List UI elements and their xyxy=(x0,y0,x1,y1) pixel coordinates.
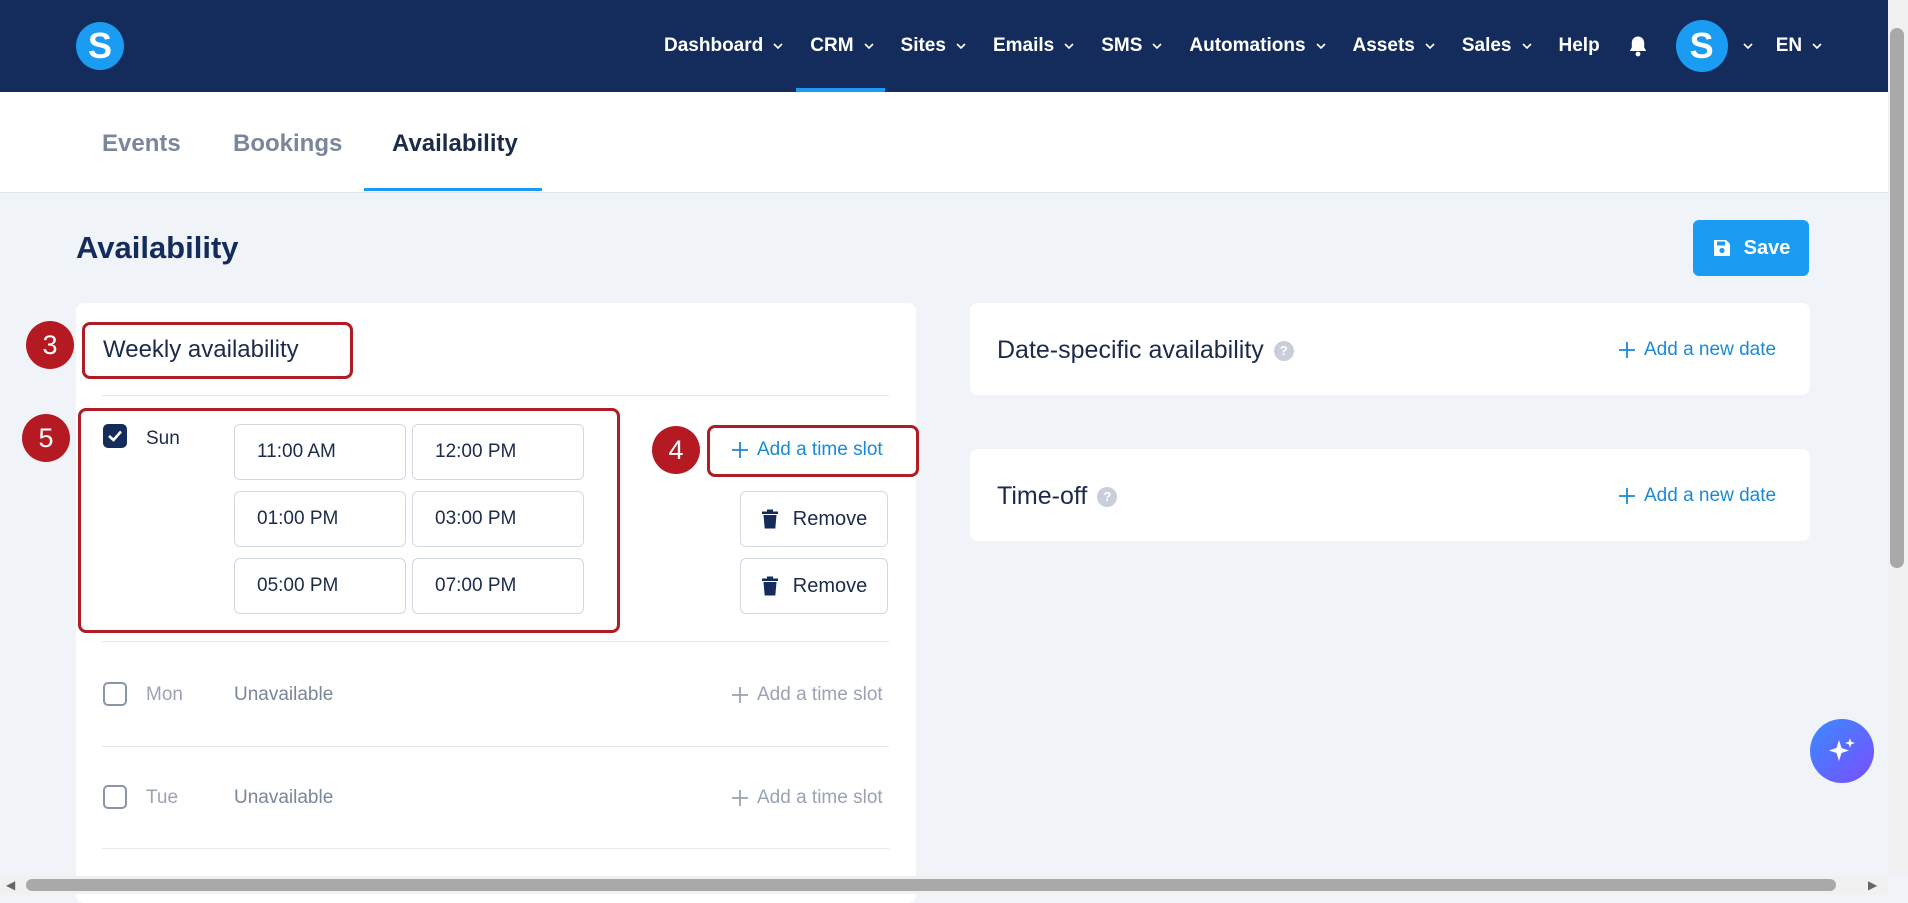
plus-icon xyxy=(1619,488,1635,504)
chevron-down-icon xyxy=(1064,43,1074,50)
plus-icon xyxy=(1619,342,1635,358)
page-title: Availability xyxy=(76,230,239,265)
sparkle-icon xyxy=(1829,738,1855,761)
mon-checkbox[interactable] xyxy=(103,682,127,706)
save-button-label: Save xyxy=(1743,236,1791,259)
annotation-number-5: 5 xyxy=(22,414,70,462)
nav-emails-label: Emails xyxy=(992,35,1055,56)
nav-automations-label: Automations xyxy=(1189,35,1306,56)
nav-help-label: Help xyxy=(1558,35,1600,56)
nav-sms-label: SMS xyxy=(1101,35,1143,56)
help-icon[interactable]: ? xyxy=(1097,486,1118,507)
nav-sales[interactable]: Sales xyxy=(1462,22,1533,70)
sun-remove-slot-2-button[interactable]: Remove xyxy=(740,491,888,547)
add-time-slot-label: Add a time slot xyxy=(757,787,883,808)
annotation-box-4 xyxy=(707,425,919,477)
tab-events[interactable]: Events xyxy=(102,130,181,158)
floppy-disk-icon xyxy=(1713,240,1730,256)
date-specific-title: Date-specific availability ? xyxy=(997,336,1294,365)
remove-label: Remove xyxy=(792,574,868,597)
day-label-mon: Mon xyxy=(146,684,183,705)
divider xyxy=(102,746,889,747)
nav-assets-label: Assets xyxy=(1352,35,1415,56)
horizontal-scroll-thumb[interactable] xyxy=(26,879,1836,891)
annotation-box-5 xyxy=(78,408,620,633)
mon-add-time-slot-button[interactable]: Add a time slot xyxy=(730,684,883,706)
annotation-number-4: 4 xyxy=(652,426,700,474)
chevron-down-icon xyxy=(1812,43,1822,50)
nav-automations[interactable]: Automations xyxy=(1189,22,1326,70)
divider xyxy=(102,848,889,849)
nav-dashboard[interactable]: Dashboard xyxy=(664,22,784,70)
trash-icon xyxy=(761,509,778,529)
chevron-down-icon xyxy=(1521,43,1532,50)
bell-icon[interactable] xyxy=(1626,34,1650,58)
add-new-date-label: Add a new date xyxy=(1644,339,1777,360)
divider xyxy=(102,641,889,642)
chevron-down-icon xyxy=(1425,43,1435,50)
nav-help[interactable]: Help xyxy=(1559,22,1600,70)
tue-add-time-slot-button[interactable]: Add a time slot xyxy=(730,787,883,809)
plus-icon xyxy=(732,790,748,806)
time-off-title: Time-off ? xyxy=(997,482,1118,511)
app-logo[interactable]: S xyxy=(76,22,124,70)
chevron-down-icon xyxy=(956,43,966,50)
vertical-scroll-thumb[interactable] xyxy=(1890,28,1904,568)
mon-status: Unavailable xyxy=(234,684,334,705)
tue-status: Unavailable xyxy=(234,787,334,808)
language-label: EN xyxy=(1775,35,1803,56)
ai-assistant-button[interactable] xyxy=(1810,719,1874,783)
chevron-down-icon[interactable] xyxy=(1742,40,1754,52)
chevron-down-icon xyxy=(1152,43,1162,50)
tab-bookings[interactable]: Bookings xyxy=(233,130,342,158)
nav-emails[interactable]: Emails xyxy=(993,22,1075,70)
nav-crm[interactable]: CRM xyxy=(796,22,885,92)
sun-remove-slot-3-button[interactable]: Remove xyxy=(740,558,888,614)
nav-sales-label: Sales xyxy=(1461,35,1512,56)
language-selector[interactable]: EN xyxy=(1776,22,1823,70)
scroll-left-arrow-icon[interactable]: ◀ xyxy=(6,878,15,892)
nav-sms[interactable]: SMS xyxy=(1101,22,1163,70)
time-off-title-text: Time-off xyxy=(997,482,1088,510)
remove-label: Remove xyxy=(792,507,868,530)
date-specific-title-text: Date-specific availability xyxy=(997,336,1264,364)
tue-checkbox[interactable] xyxy=(103,785,127,809)
nav-dashboard-label: Dashboard xyxy=(664,35,764,56)
nav-sites-label: Sites xyxy=(900,35,946,56)
nav-sites[interactable]: Sites xyxy=(901,22,967,70)
chevron-down-icon xyxy=(773,43,783,50)
scroll-right-arrow-icon[interactable]: ▶ xyxy=(1868,878,1877,892)
add-new-date-label: Add a new date xyxy=(1644,485,1777,506)
active-tab-indicator xyxy=(364,188,542,191)
nav-assets[interactable]: Assets xyxy=(1353,22,1436,70)
day-label-tue: Tue xyxy=(146,787,179,808)
help-icon[interactable]: ? xyxy=(1273,340,1294,361)
chevron-down-icon xyxy=(1315,43,1326,50)
trash-icon xyxy=(761,576,778,596)
date-specific-add-date-button[interactable]: Add a new date xyxy=(1617,339,1776,361)
chevron-down-icon xyxy=(863,43,874,50)
plus-icon xyxy=(732,687,748,703)
annotation-box-3 xyxy=(82,322,353,379)
time-off-add-date-button[interactable]: Add a new date xyxy=(1617,485,1776,507)
save-button[interactable]: Save xyxy=(1693,220,1809,276)
user-avatar[interactable]: S xyxy=(1675,20,1728,72)
nav-crm-label: CRM xyxy=(810,35,854,56)
add-time-slot-label: Add a time slot xyxy=(757,684,883,705)
annotation-number-3: 3 xyxy=(26,321,74,369)
main-nav: Dashboard CRM Sites Emails SMS Automatio… xyxy=(664,20,1849,92)
tab-availability[interactable]: Availability xyxy=(392,130,518,158)
divider xyxy=(102,395,889,396)
